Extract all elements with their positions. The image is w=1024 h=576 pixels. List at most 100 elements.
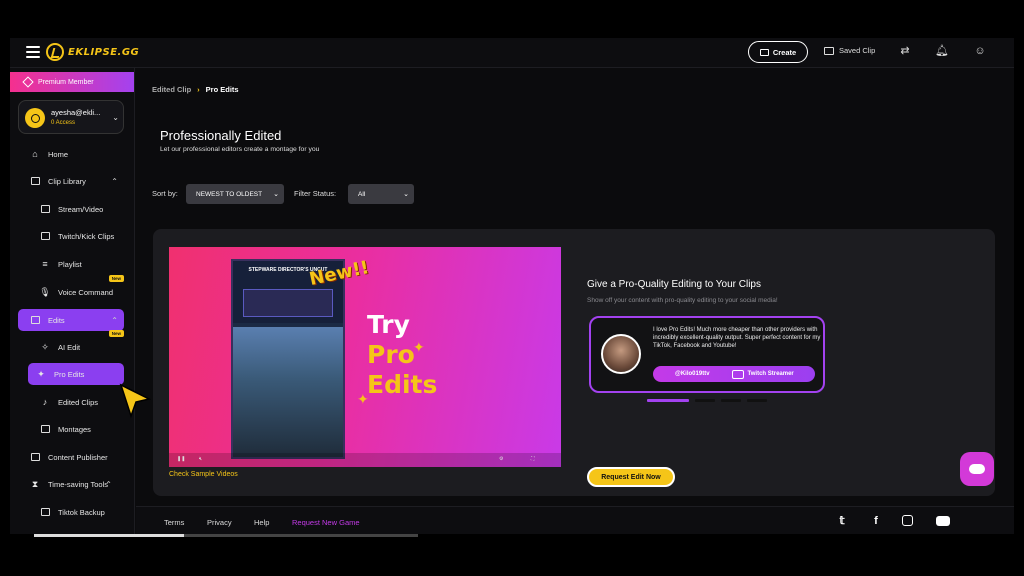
new-badge: New xyxy=(108,330,124,337)
offer-title: Give a Pro-Quality Editing to Your Clips xyxy=(587,279,761,290)
pro-edits-card: STEPWARE DIRECTOR'S UNCUT New!! Try Pro … xyxy=(153,229,995,496)
top-bar: EKLIPSE.GG Create Saved Clip ⇄ 🔔︎ ☺ xyxy=(10,38,1014,68)
pro-text: Pro xyxy=(367,340,415,369)
video-icon xyxy=(40,204,50,214)
film-icon xyxy=(30,176,40,186)
sidebar-item-pro-edits[interactable]: ✦ Pro Edits xyxy=(28,363,124,385)
saved-clip-label: Saved Clip xyxy=(839,46,876,55)
twitter-icon[interactable]: 𝕥 xyxy=(836,515,848,527)
testimonial-author: @Kilo019ttv Twitch Streamer xyxy=(653,366,815,382)
testimonial-card: I love Pro Edits! Much more cheaper than… xyxy=(589,316,825,393)
sidebar-item-voice-command[interactable]: 🎙︎ Voice Command New xyxy=(18,275,124,303)
breadcrumb-parent[interactable]: Edited Clip xyxy=(152,85,191,94)
brand-name: EKLIPSE.GG xyxy=(68,46,140,58)
diamond-icon xyxy=(22,76,34,88)
page-subtitle: Let our professional editors create a mo… xyxy=(160,146,320,153)
sidebar-item-content-publisher[interactable]: Content Publisher xyxy=(18,446,124,468)
sidebar-item-label: Edits xyxy=(48,315,65,325)
footer-link-help[interactable]: Help xyxy=(254,518,269,527)
chat-button[interactable] xyxy=(960,452,994,486)
sidebar-item-twitch-kick-clips[interactable]: Twitch/Kick Clips xyxy=(18,225,124,247)
sidebar-item-time-saving-tools[interactable]: ⧗ Time-saving Tools ⌃ xyxy=(18,473,124,495)
create-button[interactable]: Create xyxy=(748,41,808,63)
sort-value: NEWEST TO OLDEST xyxy=(196,190,263,198)
offer-subtitle: Show off your content with pro-quality e… xyxy=(587,297,778,304)
sort-label: Sort by: xyxy=(152,189,178,198)
sidebar-item-ai-edit[interactable]: ✧ AI Edit New xyxy=(18,330,124,358)
scrollbar-thumb[interactable] xyxy=(34,534,184,537)
gameplay-scene xyxy=(233,327,343,457)
twitch-icon xyxy=(40,231,50,241)
menu-icon[interactable] xyxy=(26,46,40,58)
footer-link-privacy[interactable]: Privacy xyxy=(207,518,232,527)
breadcrumb-current: Pro Edits xyxy=(205,85,239,94)
settings-icon[interactable]: ⚙ xyxy=(499,456,503,462)
sort-select[interactable]: NEWEST TO OLDEST ⌄ xyxy=(186,184,284,204)
mute-icon[interactable]: 🔇︎ xyxy=(199,456,202,462)
try-text: Try xyxy=(367,310,410,339)
phone-mockup: STEPWARE DIRECTOR'S UNCUT xyxy=(231,259,345,459)
fullscreen-icon[interactable]: ⛶ xyxy=(531,456,535,462)
footer-link-terms[interactable]: Terms xyxy=(164,518,184,527)
sidebar-item-edits[interactable]: Edits ⌃ xyxy=(18,309,124,331)
twitch-icon xyxy=(731,369,744,379)
sidebar-item-stream-video[interactable]: Stream/Video xyxy=(18,198,124,220)
sidebar-item-clip-library[interactable]: Clip Library ⌃ xyxy=(18,170,124,192)
chevron-down-icon: ⌄ xyxy=(273,191,279,198)
chevron-right-icon: › xyxy=(197,85,200,94)
user-icon[interactable]: ☺ xyxy=(973,44,987,58)
user-card[interactable]: ayesha@ekli... 0 Access ⌄ xyxy=(18,100,124,134)
backup-icon xyxy=(40,507,50,517)
sidebar-item-label: Stream/Video xyxy=(58,204,104,214)
sidebar-item-label: Tiktok Backup xyxy=(58,507,105,517)
carousel-dot[interactable] xyxy=(647,399,689,402)
premium-label: Premium Member xyxy=(38,78,94,86)
sidebar-item-label: Voice Command xyxy=(58,287,114,297)
sidebar-item-edited-clips[interactable]: ♪ Edited Clips xyxy=(18,391,124,413)
request-edit-button[interactable]: Request Edit Now xyxy=(587,467,675,487)
chevron-down-icon[interactable]: ⌄ xyxy=(112,113,119,122)
sidebar-item-tiktok-backup[interactable]: Tiktok Backup xyxy=(18,501,124,523)
sidebar-item-montages[interactable]: Montages xyxy=(18,418,124,440)
sidebar-item-label: Pro Edits xyxy=(54,369,85,379)
carousel-dot[interactable] xyxy=(747,399,767,402)
bell-icon[interactable]: 🔔︎ xyxy=(935,44,949,58)
user-access: 0 Access xyxy=(51,120,76,126)
premium-banner[interactable]: Premium Member xyxy=(10,72,134,92)
new-badge: New xyxy=(108,275,124,282)
folder-icon xyxy=(824,46,834,55)
brand-logo[interactable]: EKLIPSE.GG xyxy=(46,43,139,61)
sidebar-item-label: Playlist xyxy=(58,259,82,269)
saved-clip-button[interactable]: Saved Clip xyxy=(824,46,875,55)
carousel-dot[interactable] xyxy=(721,399,741,402)
page-title: Professionally Edited xyxy=(160,128,282,143)
carousel-dot[interactable] xyxy=(695,399,715,402)
voice-icon: 🎙︎ xyxy=(39,286,51,297)
promo-video[interactable]: STEPWARE DIRECTOR'S UNCUT New!! Try Pro … xyxy=(169,247,561,467)
wand-icon: ✧ xyxy=(41,341,49,352)
app-frame: EKLIPSE.GG Create Saved Clip ⇄ 🔔︎ ☺ Prem… xyxy=(10,38,1014,534)
check-sample-videos-link[interactable]: Check Sample Videos xyxy=(169,471,238,478)
facebook-icon[interactable]: f xyxy=(870,515,882,527)
pause-icon[interactable]: ❚❚ xyxy=(177,456,185,462)
chevron-down-icon: ⌄ xyxy=(403,191,409,198)
author-role: Twitch Streamer xyxy=(731,369,794,379)
calendar-icon xyxy=(30,452,40,462)
create-icon xyxy=(759,48,769,56)
video-controls[interactable]: ❚❚ 🔇︎ ⚙ ⛶ xyxy=(169,453,561,467)
instagram-icon[interactable] xyxy=(902,515,913,526)
chevron-up-icon: ⌃ xyxy=(105,479,112,489)
author-role-label: Twitch Streamer xyxy=(747,371,794,377)
swap-icon[interactable]: ⇄ xyxy=(898,44,912,58)
sidebar-item-home[interactable]: ⌂ Home xyxy=(18,143,124,165)
sidebar-item-label: Home xyxy=(48,149,69,159)
status-select[interactable]: All ⌄ xyxy=(348,184,414,204)
footer-link-request-new-game[interactable]: Request New Game xyxy=(292,518,360,527)
youtube-icon[interactable] xyxy=(936,516,950,526)
footer: Terms Privacy Help Request New Game 𝕥 f xyxy=(136,506,1014,534)
sidebar-item-playlist[interactable]: ≡ Playlist xyxy=(18,253,124,275)
sparkle-icon: ✦ xyxy=(413,339,425,355)
sidebar-item-label: Twitch/Kick Clips xyxy=(58,231,115,241)
edits-text: Edits xyxy=(367,370,438,399)
montage-icon xyxy=(40,424,50,434)
